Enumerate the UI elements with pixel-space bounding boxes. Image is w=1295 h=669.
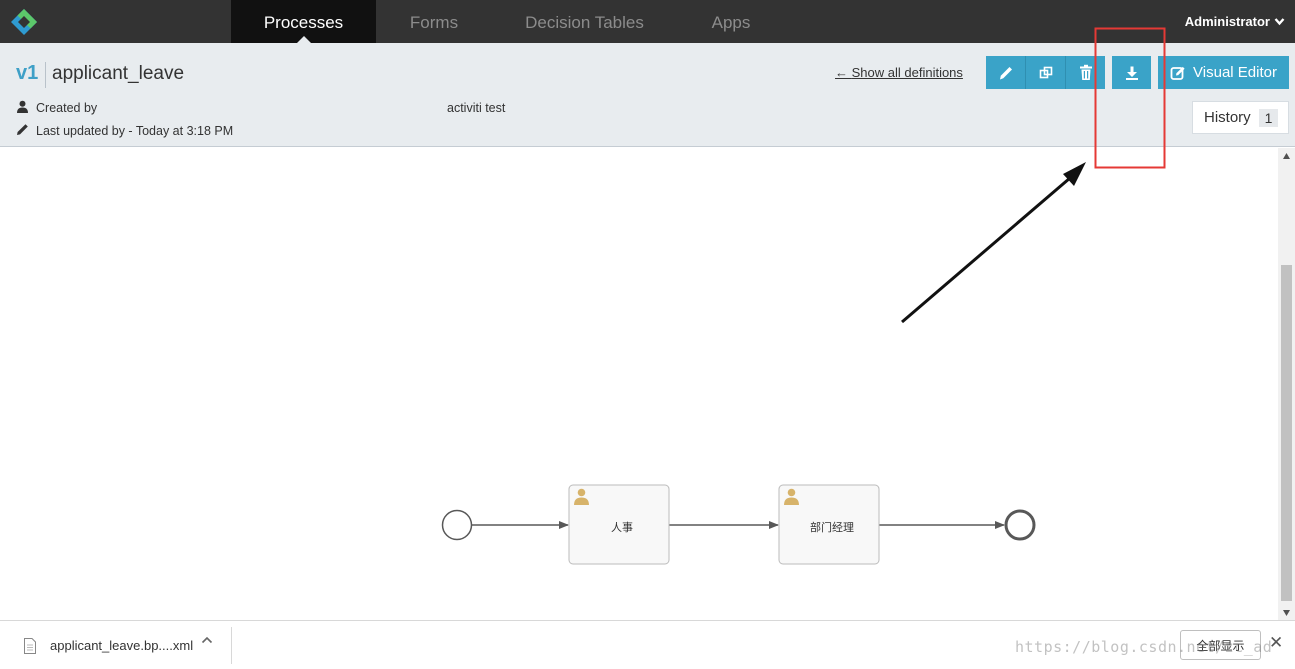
edit-square-icon xyxy=(1170,66,1185,80)
show-all-definitions-link[interactable]: ← Show all definitions xyxy=(835,65,963,80)
edit-button[interactable] xyxy=(986,56,1025,89)
scroll-down-arrow-icon[interactable] xyxy=(1283,610,1290,616)
process-diagram: 人事 部门经理 xyxy=(441,484,1036,565)
tab-forms[interactable]: Forms xyxy=(392,0,476,43)
download-icon xyxy=(1125,66,1138,80)
tab-forms-label: Forms xyxy=(409,13,459,32)
visual-editor-button[interactable]: Visual Editor xyxy=(1158,56,1289,89)
watermark-text: https://blog.csdn.net/zc_ad xyxy=(1015,638,1273,656)
created-by-label: Created by xyxy=(36,101,98,115)
top-navbar: Processes Forms Decision Tables Apps Adm… xyxy=(0,0,1295,44)
file-icon xyxy=(24,637,36,654)
download-button[interactable] xyxy=(1112,56,1151,89)
visual-editor-label: Visual Editor xyxy=(1193,64,1277,81)
tab-processes-label: Processes xyxy=(263,13,344,32)
start-event[interactable] xyxy=(441,509,473,541)
trash-icon xyxy=(1079,64,1092,80)
definition-name: applicant_leave xyxy=(52,63,185,84)
history-label: History xyxy=(1204,109,1251,126)
tab-decision-tables[interactable]: Decision Tables xyxy=(516,0,653,43)
duplicate-button[interactable] xyxy=(1026,56,1065,89)
user-task[interactable]: 人事 xyxy=(568,484,670,565)
scroll-up-arrow-icon[interactable] xyxy=(1283,153,1290,159)
pencil-icon xyxy=(999,66,1012,79)
download-file-name: applicant_leave.bp....xml xyxy=(50,638,194,653)
vertical-scrollbar[interactable] xyxy=(1278,148,1295,620)
chevron-down-icon xyxy=(1274,18,1285,26)
app-logo-icon[interactable] xyxy=(10,8,38,36)
app-window: Processes Forms Decision Tables Apps Adm… xyxy=(0,0,1295,669)
task-label: 人事 xyxy=(611,521,633,534)
user-icon xyxy=(17,100,28,113)
user-name: Administrator xyxy=(1184,14,1270,29)
task-label: 部门经理 xyxy=(810,520,854,534)
definition-header: v1 applicant_leave Created by activiti t… xyxy=(0,43,1295,147)
tab-apps[interactable]: Apps xyxy=(700,0,762,43)
created-by-row: Created by xyxy=(16,100,97,115)
back-arrow-icon: ← xyxy=(835,65,848,80)
scrollbar-thumb[interactable] xyxy=(1281,265,1292,601)
version-label: v1 xyxy=(16,62,39,84)
history-button[interactable]: History 1 xyxy=(1192,101,1289,134)
last-updated-text: Last updated by - Today at 3:18 PM xyxy=(36,124,234,138)
last-updated-row: Last updated by - Today at 3:18 PM xyxy=(16,123,233,138)
tab-apps-label: Apps xyxy=(711,13,751,32)
created-by-value: activiti test xyxy=(447,101,506,115)
user-task[interactable]: 部门经理 xyxy=(778,484,880,565)
tab-processes[interactable]: Processes xyxy=(231,0,376,44)
process-diagram-canvas[interactable]: 人事 部门经理 xyxy=(0,148,1278,620)
version-divider xyxy=(45,62,46,88)
tab-decision-tables-label: Decision Tables xyxy=(525,13,644,32)
user-menu[interactable]: Administrator xyxy=(1185,14,1285,29)
end-event[interactable] xyxy=(1004,509,1036,541)
show-all-definitions-label: Show all definitions xyxy=(851,65,963,80)
delete-button[interactable] xyxy=(1066,56,1105,89)
download-divider xyxy=(231,627,232,664)
chevron-up-icon[interactable] xyxy=(201,635,213,645)
history-count-badge: 1 xyxy=(1258,108,1279,127)
download-item[interactable]: applicant_leave.bp....xml xyxy=(24,621,193,669)
copy-icon xyxy=(1039,66,1052,78)
pencil-icon xyxy=(17,124,28,135)
